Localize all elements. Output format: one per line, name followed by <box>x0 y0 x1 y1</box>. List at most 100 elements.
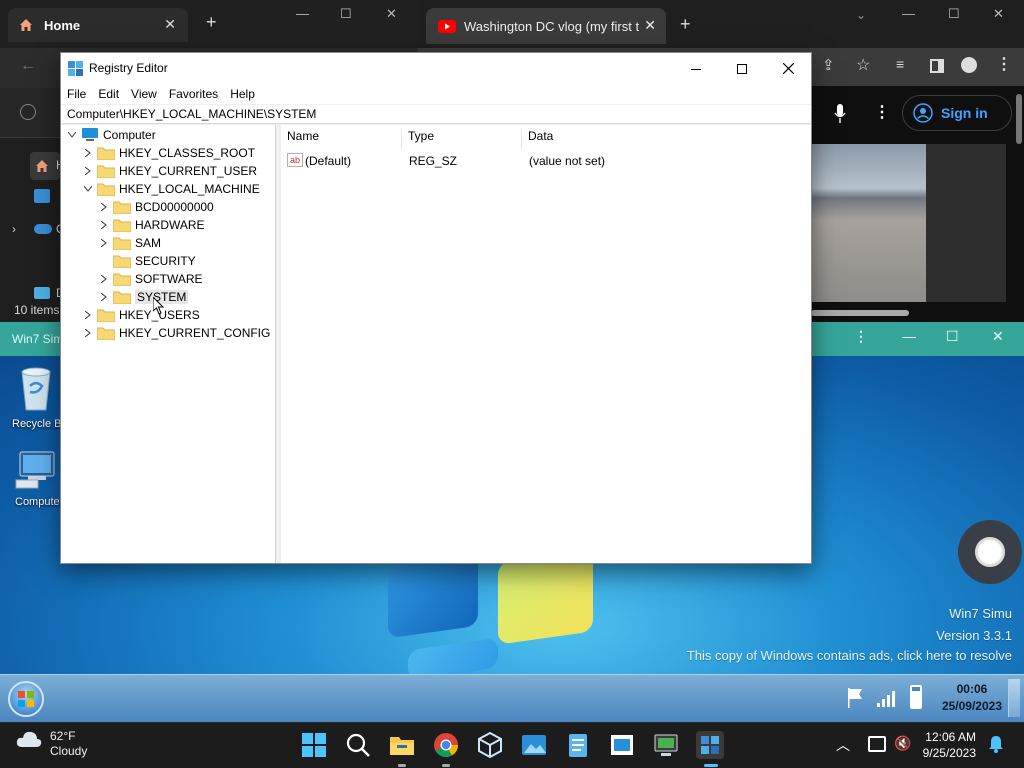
expand-chevron-icon[interactable]: › <box>12 222 16 236</box>
maximize-button[interactable] <box>719 53 765 84</box>
chevron-down-icon[interactable] <box>65 126 79 144</box>
menu-favorites[interactable]: Favorites <box>163 84 224 104</box>
menu-file[interactable]: File <box>61 84 92 104</box>
photos-taskbar-button[interactable] <box>520 731 548 759</box>
minimize-icon[interactable]: — <box>902 328 916 344</box>
remote-desktop-taskbar-button[interactable] <box>652 731 680 759</box>
maximize-icon[interactable]: ☐ <box>946 328 959 345</box>
minimize-icon[interactable]: — <box>296 6 309 21</box>
tree-node-security[interactable]: SECURITY <box>97 252 196 270</box>
battery-icon[interactable] <box>910 685 922 709</box>
tree-node-sam[interactable]: SAM <box>97 234 161 252</box>
video-player[interactable] <box>811 144 926 302</box>
tree-node-hkcu[interactable]: HKEY_CURRENT_USER <box>81 162 257 180</box>
chevron-right-icon[interactable] <box>81 324 95 342</box>
tree-node-hkcc[interactable]: HKEY_CURRENT_CONFIG <box>81 324 270 342</box>
tree-node-computer[interactable]: Computer <box>65 126 156 144</box>
menu-kebab-icon[interactable]: ⋮ <box>996 54 1012 74</box>
media-control-icon[interactable]: ≡ <box>896 56 904 72</box>
signal-icon[interactable] <box>876 688 896 708</box>
ads-notice-link[interactable]: This copy of Windows contains ads, click… <box>687 648 1012 663</box>
folder-icon <box>113 200 131 214</box>
close-tab-icon[interactable]: ✕ <box>164 16 176 33</box>
tree-node-hku[interactable]: HKEY_USERS <box>81 306 200 324</box>
menu-help[interactable]: Help <box>224 84 261 104</box>
volume-muted-icon[interactable]: 🔇 <box>894 735 911 752</box>
maximize-icon[interactable]: ☐ <box>948 6 960 22</box>
chevron-down-icon[interactable] <box>81 180 95 198</box>
desktop-icon[interactable] <box>34 287 50 299</box>
column-header-data[interactable]: Data <box>522 129 810 149</box>
chevron-right-icon[interactable] <box>81 306 95 324</box>
share-icon[interactable]: ⇪ <box>822 56 835 74</box>
close-tab-icon[interactable]: ✕ <box>644 17 656 34</box>
bookmark-star-icon[interactable]: ☆ <box>856 55 870 75</box>
notepad-taskbar-button[interactable] <box>564 731 592 759</box>
chevron-right-icon[interactable] <box>97 234 111 252</box>
column-header-name[interactable]: Name <box>281 129 402 149</box>
chevron-right-icon[interactable] <box>97 270 111 288</box>
system-clock[interactable]: 12:06 AM 9/25/2023 <box>923 729 976 761</box>
close-icon[interactable]: ✕ <box>386 6 397 22</box>
start-button[interactable] <box>300 731 328 759</box>
minimize-icon[interactable]: — <box>902 6 915 21</box>
chevron-up-icon[interactable]: ︿ <box>836 735 850 755</box>
menu-view[interactable]: View <box>125 84 163 104</box>
chevron-right-icon[interactable] <box>97 288 111 306</box>
chevron-right-icon[interactable] <box>97 198 111 216</box>
search-button[interactable] <box>344 731 372 759</box>
chevron-right-icon[interactable] <box>81 162 95 180</box>
floating-assist-button[interactable] <box>958 520 1022 584</box>
more-options-icon[interactable]: ⋮ <box>874 102 890 122</box>
win7-clock[interactable]: 00:06 25/09/2023 <box>942 681 1002 715</box>
minimize-button[interactable] <box>673 53 719 84</box>
new-tab-button[interactable]: + <box>680 14 691 35</box>
maximize-icon[interactable]: ☐ <box>340 6 352 22</box>
virtualbox-taskbar-button[interactable] <box>476 731 504 759</box>
side-panel-icon[interactable] <box>930 59 944 73</box>
chevron-right-icon[interactable] <box>97 216 111 234</box>
close-icon[interactable]: ✕ <box>992 328 1004 345</box>
regedit-taskbar-button[interactable] <box>696 731 724 759</box>
back-arrow-icon[interactable]: ← <box>20 57 36 75</box>
tree-node-bcd[interactable]: BCD00000000 <box>97 198 214 216</box>
file-explorer-taskbar-button[interactable] <box>388 731 416 759</box>
gallery-icon[interactable] <box>34 189 50 203</box>
close-icon[interactable]: ✕ <box>993 6 1004 22</box>
chrome-taskbar-button[interactable] <box>432 731 460 759</box>
tree-node-software[interactable]: SOFTWARE <box>97 270 203 288</box>
tab-search-icon[interactable]: ⌄ <box>856 8 866 22</box>
tree-node-hkcr[interactable]: HKEY_CLASSES_ROOT <box>81 144 255 162</box>
tree-node-hklm[interactable]: HKEY_LOCAL_MACHINE <box>81 180 260 198</box>
onedrive-icon[interactable] <box>34 224 52 234</box>
profile-icon[interactable] <box>961 57 977 73</box>
browser-tab-video[interactable]: Washington DC vlog (my first tim ✕ <box>426 8 666 44</box>
folder-icon <box>113 254 131 268</box>
action-center-flag-icon[interactable] <box>846 687 864 709</box>
win7-start-orb[interactable] <box>8 681 44 717</box>
column-header-type[interactable]: Type <box>402 129 522 149</box>
menu-edit[interactable]: Edit <box>92 84 125 104</box>
notification-bell-icon[interactable] <box>988 735 1004 753</box>
new-plus-icon[interactable] <box>20 104 36 120</box>
more-options-icon[interactable]: ⋮ <box>854 328 868 345</box>
show-desktop-button[interactable] <box>1008 679 1020 717</box>
microphone-icon[interactable] <box>834 104 846 124</box>
recycle-bin-icon[interactable] <box>16 364 56 412</box>
table-row[interactable]: ab (Default) REG_SZ (value not set) <box>281 151 811 169</box>
chevron-right-icon[interactable] <box>81 144 95 162</box>
address-bar[interactable]: Computer\HKEY_LOCAL_MACHINE\SYSTEM <box>61 105 811 124</box>
new-tab-button[interactable]: + <box>206 12 217 33</box>
computer-icon[interactable] <box>14 450 58 490</box>
tree-node-hardware[interactable]: HARDWARE <box>97 216 205 234</box>
app-taskbar-button[interactable] <box>608 731 636 759</box>
registry-editor-window: Registry Editor File Edit View Favorites… <box>60 52 812 564</box>
close-button[interactable] <box>765 53 811 84</box>
horizontal-scrollbar[interactable] <box>811 310 909 316</box>
page-scrollbar[interactable] <box>1016 94 1022 144</box>
network-icon[interactable] <box>868 736 886 752</box>
tree-node-system[interactable]: SYSTEM <box>97 288 189 306</box>
explorer-tab-home[interactable]: Home ✕ <box>8 8 188 42</box>
weather-widget[interactable]: 62°F Cloudy <box>16 729 87 759</box>
sign-in-button[interactable]: Sign in <box>902 95 1012 131</box>
